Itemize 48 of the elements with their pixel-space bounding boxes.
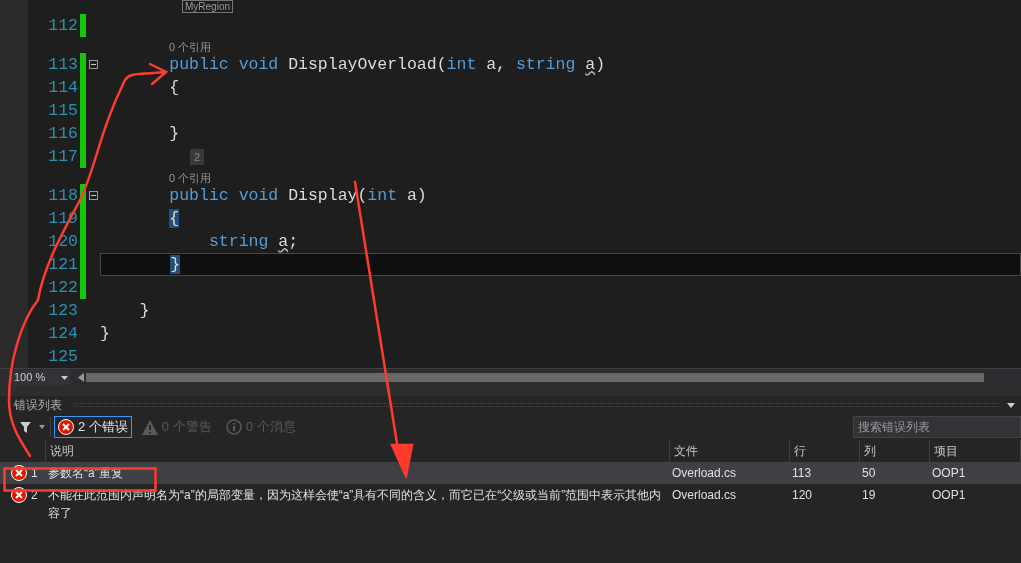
region-label[interactable]: MyRegion [182,0,234,13]
dropdown-caret-icon[interactable] [1007,402,1015,408]
line-number: 124 [47,323,78,345]
table-cell-text: 19 [861,487,877,504]
code-line: } [138,300,150,322]
code-line: } [168,123,180,145]
reference-count[interactable]: 0 个引用 [169,41,212,53]
line-number: 118 [47,185,78,207]
error-icon [11,487,27,503]
warning-icon [141,419,158,435]
line-number: 122 [47,277,78,299]
caret-icon [61,375,68,380]
caret-icon[interactable] [39,425,45,429]
line-number: 113 [47,54,78,76]
zoom-dropdown[interactable]: 100 % [12,370,70,385]
table-cell-text: 120 [791,487,814,504]
table-cell-text: OOP1 [931,487,967,504]
line-number: 117 [47,146,78,168]
info-icon [225,419,242,435]
filter-button[interactable]: 2 个错误 [54,416,132,438]
code-line: { [168,77,180,99]
panel-title: 错误列表 [14,397,62,414]
toolbar-separator [50,417,51,437]
table-cell-text: Overload.cs [671,465,738,482]
line-number: 123 [47,300,78,322]
table-cell-text: 113 [791,465,813,482]
filter-icon[interactable] [20,421,31,433]
scroll-left-icon[interactable] [78,373,84,382]
code-line: } [100,323,110,345]
collapse-icon[interactable] [88,191,98,200]
table-cell-text: 50 [861,465,877,482]
code-line: public void DisplayOverload(int a, string a) [168,54,606,76]
line-number: 115 [47,100,78,122]
search-field[interactable]: 搜索错误列表 [853,416,1021,438]
error-icon [11,465,27,481]
error-icon [58,419,74,435]
line-number: 112 [47,15,78,37]
code-line: string a; [207,231,299,253]
table-cell-text: OOP1 [931,465,967,482]
line-number: 121 [47,254,78,276]
table-cell-text: Overload.cs [671,487,738,504]
inline-hint: 2 [190,148,205,165]
line-number: 125 [47,346,78,368]
collapse-icon[interactable] [88,60,98,69]
horizontal-scrollbar[interactable] [86,373,984,382]
line-number: 116 [47,123,78,145]
line-number: 114 [47,77,78,99]
reference-count[interactable]: 0 个引用 [169,172,212,184]
